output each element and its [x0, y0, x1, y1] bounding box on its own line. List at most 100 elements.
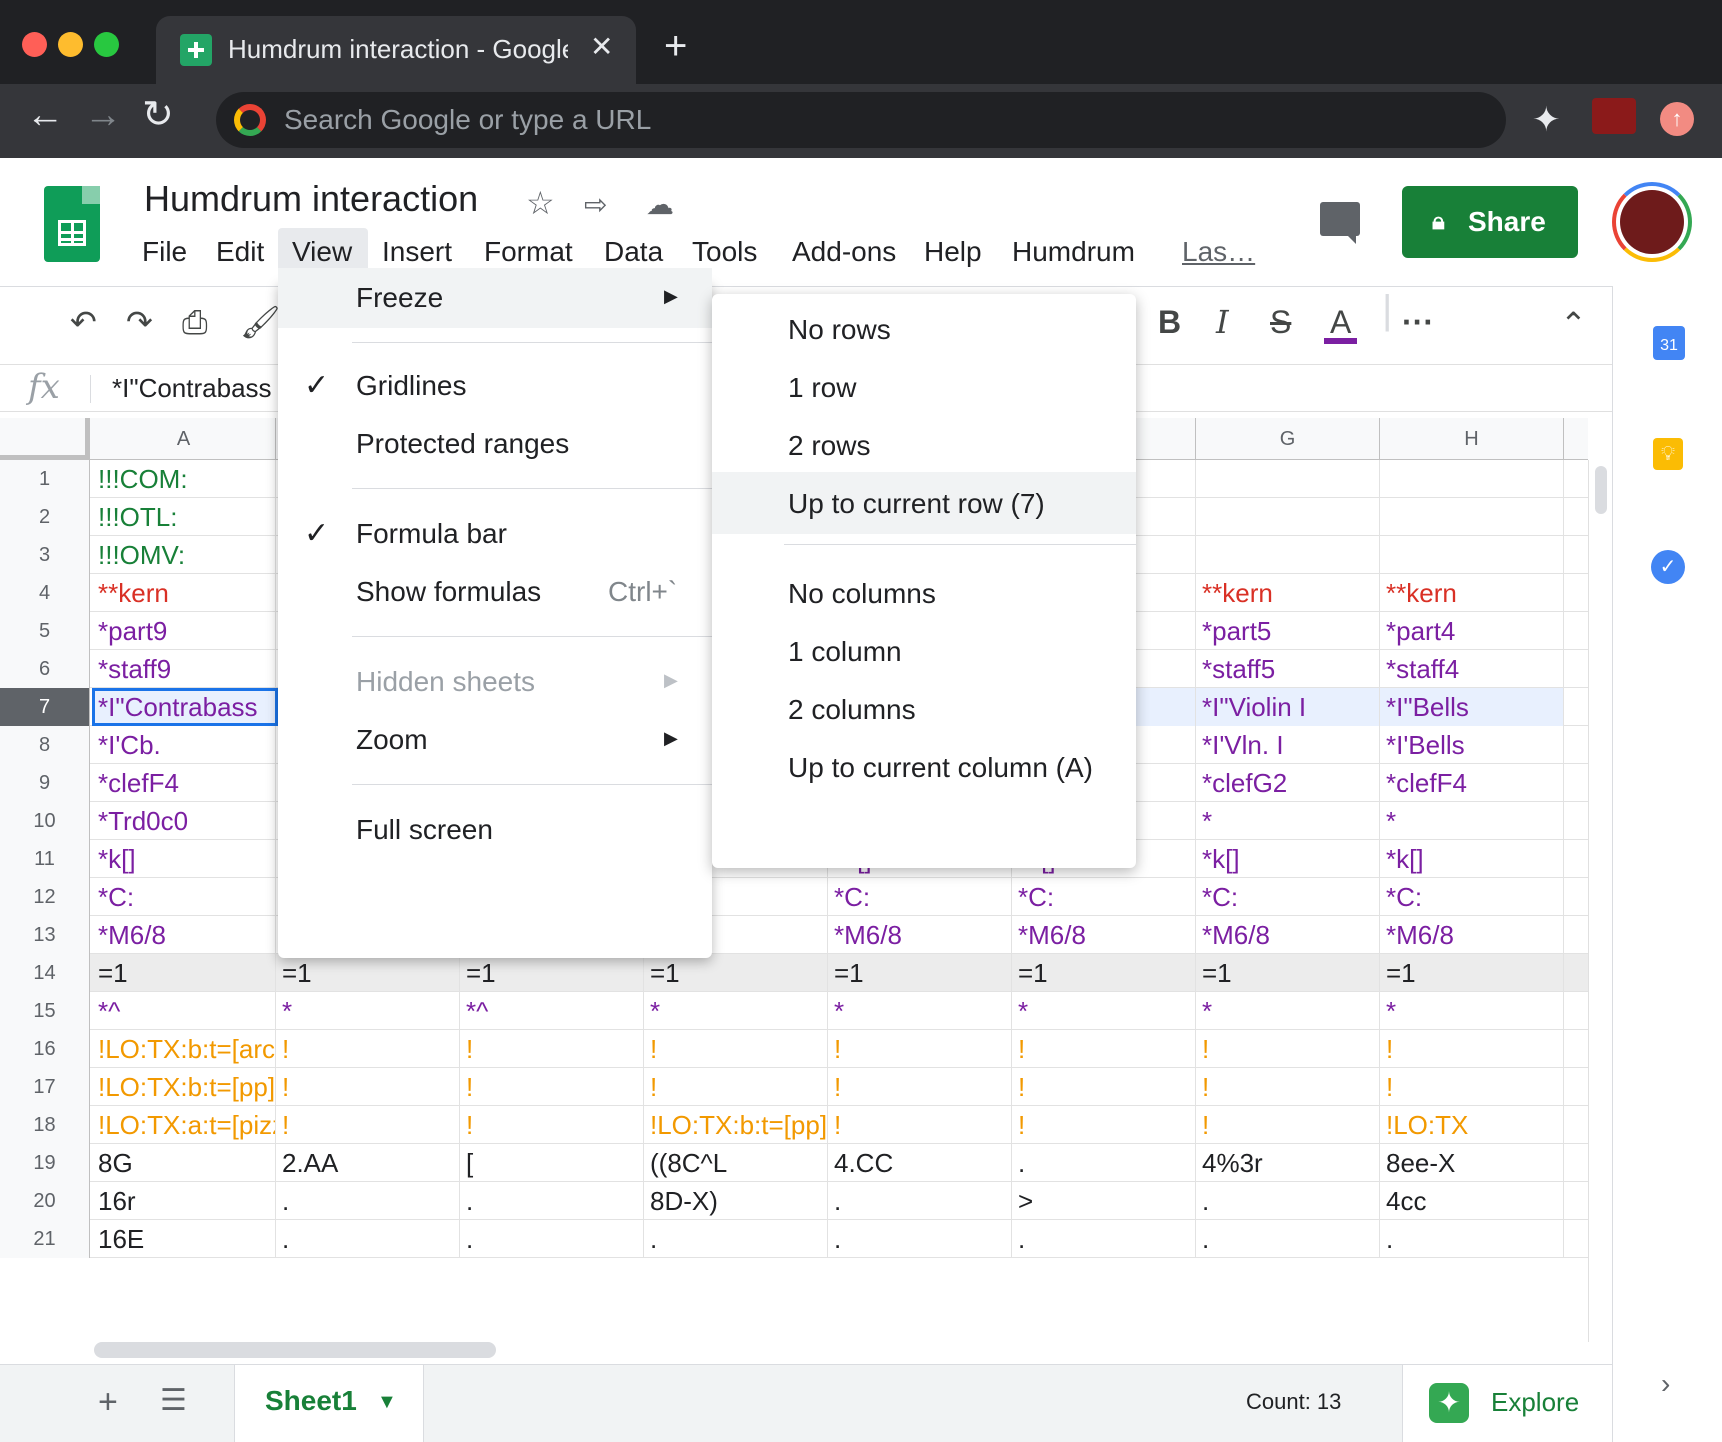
tasks-check-icon[interactable]: ✓: [1651, 550, 1685, 584]
tab-close-icon[interactable]: ✕: [590, 30, 613, 63]
minimize-window-button[interactable]: [58, 32, 83, 57]
print-icon[interactable]: ⎙: [182, 306, 208, 338]
browser-tab[interactable]: Humdrum interaction - Google ✕: [156, 16, 636, 84]
row-header[interactable]: 5: [0, 612, 90, 650]
grid-cell[interactable]: *: [1380, 992, 1564, 1030]
explore-button[interactable]: ✦ Explore: [1402, 1365, 1612, 1442]
grid-cell[interactable]: *k[]: [1196, 840, 1380, 878]
grid-cell[interactable]: **kern: [92, 574, 276, 612]
grid-cell[interactable]: *Trd0c0: [92, 802, 276, 840]
grid-cell[interactable]: 16E: [92, 1220, 276, 1258]
show-side-panel-icon[interactable]: ›: [1661, 1368, 1670, 1400]
grid-cell[interactable]: .: [1196, 1220, 1380, 1258]
grid-cell[interactable]: *part4: [1380, 612, 1564, 650]
sheet-tab[interactable]: Sheet1 ▼: [234, 1365, 424, 1442]
grid-cell[interactable]: *part9: [92, 612, 276, 650]
grid-cell[interactable]: !LO:TX: [1380, 1106, 1564, 1144]
grid-cell[interactable]: [1196, 498, 1380, 536]
grid-cell[interactable]: 4cc: [1380, 1182, 1564, 1220]
row-header[interactable]: 18: [0, 1106, 90, 1144]
grid-cell[interactable]: !: [1380, 1030, 1564, 1068]
menu-file[interactable]: File: [142, 236, 187, 268]
view-menu-gridlines[interactable]: ✓ Gridlines: [278, 356, 712, 416]
view-menu-zoom[interactable]: Zoom ▶: [278, 710, 712, 770]
comment-history-icon[interactable]: [1320, 202, 1360, 244]
row-header[interactable]: 15: [0, 992, 90, 1030]
freeze-two-rows[interactable]: 2 rows: [712, 414, 1136, 476]
grid-cell[interactable]: =1: [460, 954, 644, 992]
horizontal-scroll-thumb[interactable]: [94, 1342, 496, 1358]
grid-cell[interactable]: *staff5: [1196, 650, 1380, 688]
grid-cell[interactable]: [1196, 536, 1380, 574]
grid-cell[interactable]: *^: [460, 992, 644, 1030]
grid-cell[interactable]: !: [828, 1106, 1012, 1144]
grid-cell[interactable]: *clefF4: [92, 764, 276, 802]
freeze-two-columns[interactable]: 2 columns: [712, 678, 1136, 740]
row-header[interactable]: 1: [0, 460, 90, 498]
row-header[interactable]: 8: [0, 726, 90, 764]
grid-cell[interactable]: *: [1012, 992, 1196, 1030]
grid-cell[interactable]: *I"Bells: [1380, 688, 1564, 726]
row-header[interactable]: 2: [0, 498, 90, 536]
grid-cell[interactable]: !LO:TX:b:t=[arco: [92, 1030, 276, 1068]
add-sheet-icon[interactable]: +: [98, 1383, 118, 1422]
grid-cell[interactable]: 8G: [92, 1144, 276, 1182]
text-color-icon[interactable]: A: [1324, 306, 1358, 344]
grid-cell[interactable]: !: [1012, 1106, 1196, 1144]
grid-cell[interactable]: *M6/8: [1196, 916, 1380, 954]
grid-cell[interactable]: *^: [92, 992, 276, 1030]
grid-cell[interactable]: !: [1196, 1106, 1380, 1144]
grid-cell[interactable]: *C:: [1012, 878, 1196, 916]
grid-cell[interactable]: *: [1196, 992, 1380, 1030]
grid-cell[interactable]: !: [276, 1068, 460, 1106]
row-header[interactable]: 11: [0, 840, 90, 878]
keep-bulb-icon[interactable]: 💡︎: [1653, 438, 1683, 470]
grid-cell[interactable]: .: [1380, 1220, 1564, 1258]
grid-cell[interactable]: *I'Cb.: [92, 726, 276, 764]
grid-cell[interactable]: !: [828, 1068, 1012, 1106]
redo-icon[interactable]: ↷: [126, 306, 153, 338]
grid-cell[interactable]: [1380, 536, 1564, 574]
grid-cell[interactable]: *M6/8: [1380, 916, 1564, 954]
selection-count[interactable]: Count: 13: [1246, 1389, 1341, 1415]
back-button[interactable]: ←: [26, 96, 64, 134]
extension-thumbnail-icon[interactable]: [1592, 98, 1636, 134]
grid-cell[interactable]: ((8C^L: [644, 1144, 828, 1182]
menu-addons[interactable]: Add-ons: [792, 236, 896, 268]
grid-cell[interactable]: !!!COM:: [92, 460, 276, 498]
grid-cell[interactable]: !: [460, 1030, 644, 1068]
grid-cell[interactable]: *I"Violin I: [1196, 688, 1380, 726]
grid-cell[interactable]: !LO:TX:b:t=[pp]: [644, 1106, 828, 1144]
grid-cell[interactable]: !: [644, 1068, 828, 1106]
grid-cell[interactable]: .: [276, 1220, 460, 1258]
grid-cell[interactable]: 2.AA: [276, 1144, 460, 1182]
grid-cell[interactable]: .: [1012, 1220, 1196, 1258]
menu-view[interactable]: View: [292, 236, 352, 268]
cloud-status-icon[interactable]: ☁: [646, 188, 674, 221]
grid-cell[interactable]: !: [276, 1030, 460, 1068]
grid-cell[interactable]: [1196, 460, 1380, 498]
grid-cell[interactable]: *M6/8: [92, 916, 276, 954]
grid-cell[interactable]: *staff9: [92, 650, 276, 688]
grid-cell[interactable]: =1: [1380, 954, 1564, 992]
grid-cell[interactable]: !: [1380, 1068, 1564, 1106]
grid-cell[interactable]: !: [460, 1068, 644, 1106]
grid-cell[interactable]: 16r: [92, 1182, 276, 1220]
grid-cell[interactable]: !: [1012, 1030, 1196, 1068]
grid-cell[interactable]: **kern: [1380, 574, 1564, 612]
vertical-scrollbar[interactable]: [1588, 460, 1612, 1342]
grid-cell[interactable]: *clefF4: [1380, 764, 1564, 802]
star-icon[interactable]: ☆: [526, 184, 555, 222]
row-header[interactable]: 16: [0, 1030, 90, 1068]
undo-icon[interactable]: ↶: [70, 306, 97, 338]
close-window-button[interactable]: [22, 32, 47, 57]
grid-cell[interactable]: **kern: [1196, 574, 1380, 612]
all-sheets-list-icon[interactable]: ☰: [160, 1383, 187, 1418]
grid-cell[interactable]: !LO:TX:a:t=[pizz: [92, 1106, 276, 1144]
menu-data[interactable]: Data: [604, 236, 663, 268]
view-menu-formula-bar[interactable]: ✓ Formula bar: [278, 504, 712, 564]
bold-icon[interactable]: B: [1158, 306, 1181, 338]
grid-cell[interactable]: [1380, 498, 1564, 536]
row-header[interactable]: 10: [0, 802, 90, 840]
grid-cell[interactable]: .: [828, 1220, 1012, 1258]
